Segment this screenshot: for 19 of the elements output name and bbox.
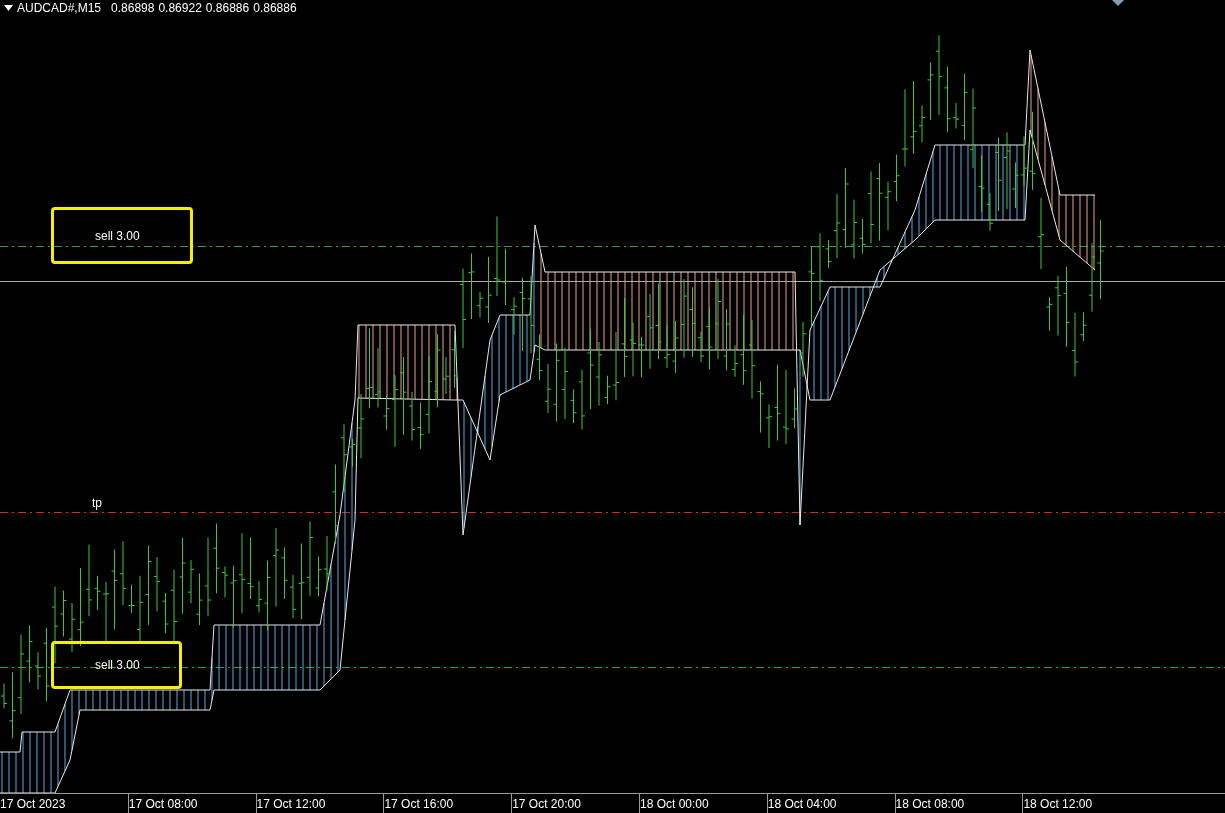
time-axis-label: 18 Oct 00:00 [639,794,767,813]
quote-value: 0.86886 [205,1,250,15]
time-axis-label: 17 Oct 08:00 [127,794,256,813]
quote-value: 0.86898 [111,1,155,15]
quote-value: 0.86922 [158,1,202,15]
order-label[interactable]: sell 3.00 [51,641,182,689]
order-label[interactable]: sell 3.00 [51,207,193,264]
time-axis-label: 17 Oct 12:00 [255,794,384,813]
tp-label: tp [92,496,102,510]
time-axis-label: 17 Oct 20:00 [511,794,639,813]
triangle-icon [1112,0,1124,6]
dropdown-triangle-icon[interactable] [4,5,13,11]
time-axis-label: 18 Oct 12:00 [1022,794,1151,813]
time-axis-label: 18 Oct 08:00 [894,794,1023,813]
time-axis-label: 17 Oct 16:00 [383,794,512,813]
quote-value: 0.86886 [253,1,297,15]
symbol-label: AUDCAD#,M15 [17,1,102,15]
time-axis-label: 18 Oct 04:00 [766,794,895,813]
time-axis-label: 17 Oct 2023 [0,796,67,813]
